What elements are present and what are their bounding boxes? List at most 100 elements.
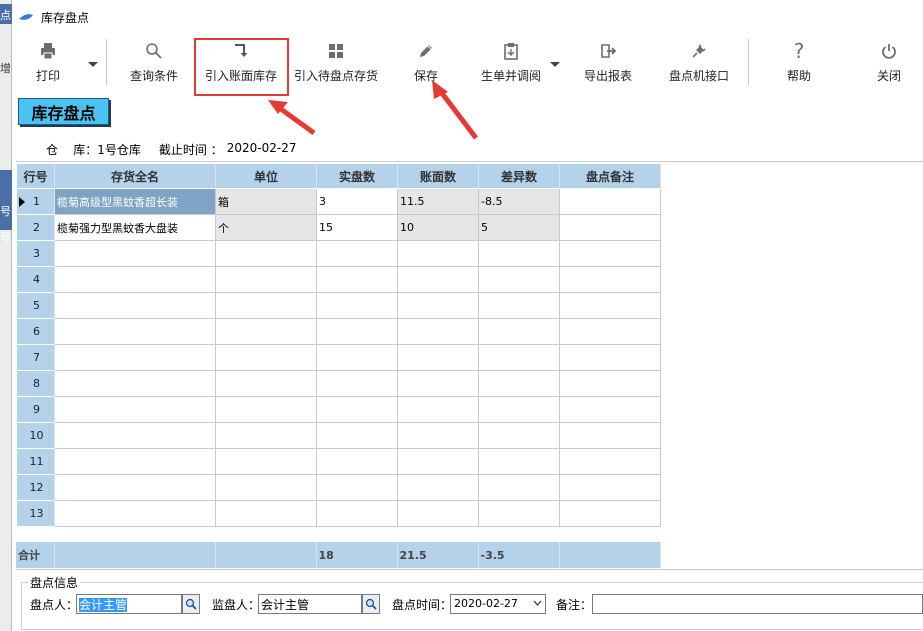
cell-count-note[interactable] <box>559 188 661 215</box>
counter-lookup-button[interactable] <box>182 594 200 614</box>
row-number[interactable]: 7 <box>16 344 55 371</box>
import-book-stock-button[interactable]: 引入账面库存 <box>198 36 284 92</box>
cell-book-qty[interactable] <box>397 344 479 371</box>
table-row[interactable]: 11 <box>16 448 661 475</box>
table-row[interactable]: 10 <box>16 422 661 449</box>
help-button[interactable]: ? 帮助 <box>782 36 816 92</box>
cell-unit[interactable] <box>215 396 317 423</box>
cell-book-qty[interactable] <box>397 448 479 475</box>
table-row[interactable]: 1 榄菊高级型黑蚊香超长装箱 3 11.5 -8.5 <box>16 188 661 215</box>
column-header-actual-qty[interactable]: 实盘数 <box>316 163 398 189</box>
cell-difference[interactable]: -8.5 <box>478 188 560 215</box>
cell-unit[interactable] <box>215 422 317 449</box>
cell-actual-qty[interactable] <box>316 240 398 267</box>
cell-difference[interactable] <box>478 448 560 475</box>
cell-actual-qty[interactable] <box>316 396 398 423</box>
count-time-picker[interactable]: 2020-02-27 <box>450 594 546 614</box>
cell-book-qty[interactable] <box>397 422 479 449</box>
cell-unit[interactable] <box>215 318 317 345</box>
cell-count-note[interactable] <box>559 474 661 501</box>
table-row[interactable]: 9 <box>16 396 661 423</box>
cell-book-qty[interactable] <box>397 292 479 319</box>
table-row[interactable]: 8 <box>16 370 661 397</box>
cell-actual-qty[interactable] <box>316 500 398 527</box>
cell-unit[interactable]: 箱 <box>215 188 317 215</box>
cell-book-qty[interactable]: 10 <box>397 214 479 241</box>
counter-field[interactable]: 会计主管 <box>76 594 182 614</box>
cell-count-note[interactable] <box>559 370 661 397</box>
cell-unit[interactable] <box>215 240 317 267</box>
cell-book-qty[interactable] <box>397 240 479 267</box>
generate-dropdown-arrow[interactable] <box>550 58 560 68</box>
cell-difference[interactable] <box>478 318 560 345</box>
save-button[interactable]: 保存 <box>408 36 444 92</box>
cell-count-note[interactable] <box>559 292 661 319</box>
cell-actual-qty[interactable] <box>316 422 398 449</box>
cell-difference[interactable]: 5 <box>478 214 560 241</box>
table-row[interactable]: 4 <box>16 266 661 293</box>
cell-unit[interactable]: 个 <box>215 214 317 241</box>
cell-item-name[interactable]: 榄菊高级型黑蚊香超长装 <box>54 188 216 215</box>
cell-difference[interactable] <box>478 266 560 293</box>
cell-unit[interactable] <box>215 292 317 319</box>
print-button[interactable]: 打印 <box>30 36 66 92</box>
row-number[interactable]: 2 <box>16 214 55 241</box>
table-row[interactable]: 3 <box>16 240 661 267</box>
generate-and-view-button[interactable]: 生单并调阅 <box>477 36 545 92</box>
counter-device-button[interactable]: 盘点机接口 <box>666 36 732 92</box>
table-row[interactable]: 13 <box>16 500 661 527</box>
print-dropdown-arrow[interactable] <box>88 58 98 68</box>
cell-book-qty[interactable]: 11.5 <box>397 188 479 215</box>
cell-actual-qty[interactable]: 3 <box>316 188 398 215</box>
row-number[interactable]: 5 <box>16 292 55 319</box>
close-button[interactable]: 关闭 <box>872 36 906 92</box>
cell-difference[interactable] <box>478 396 560 423</box>
cell-item-name[interactable] <box>54 240 216 267</box>
cell-item-name[interactable] <box>54 266 216 293</box>
cell-unit[interactable] <box>215 370 317 397</box>
cell-item-name[interactable] <box>54 396 216 423</box>
cell-actual-qty[interactable] <box>316 448 398 475</box>
import-pending-stock-button[interactable]: 引入待盘点存货 <box>290 36 382 92</box>
table-row[interactable]: 7 <box>16 344 661 371</box>
column-header-row-no[interactable]: 行号 <box>16 163 55 189</box>
row-number[interactable]: 10 <box>16 422 55 449</box>
cell-book-qty[interactable] <box>397 370 479 397</box>
row-number[interactable]: 1 <box>16 188 55 215</box>
cell-count-note[interactable] <box>559 214 661 241</box>
row-number[interactable]: 11 <box>16 448 55 475</box>
cell-unit[interactable] <box>215 344 317 371</box>
cell-item-name[interactable] <box>54 500 216 527</box>
cell-difference[interactable] <box>478 292 560 319</box>
cell-item-name[interactable] <box>54 370 216 397</box>
column-header-unit[interactable]: 单位 <box>215 163 317 189</box>
row-number[interactable]: 4 <box>16 266 55 293</box>
cell-count-note[interactable] <box>559 500 661 527</box>
column-header-difference[interactable]: 差异数 <box>478 163 560 189</box>
row-number[interactable]: 13 <box>16 500 55 527</box>
cell-count-note[interactable] <box>559 240 661 267</box>
cell-book-qty[interactable] <box>397 500 479 527</box>
cell-actual-qty[interactable] <box>316 266 398 293</box>
row-number[interactable]: 12 <box>16 474 55 501</box>
cell-item-name[interactable] <box>54 292 216 319</box>
cell-actual-qty[interactable] <box>316 370 398 397</box>
cell-actual-qty[interactable] <box>316 474 398 501</box>
cell-book-qty[interactable] <box>397 266 479 293</box>
cell-count-note[interactable] <box>559 344 661 371</box>
cell-difference[interactable] <box>478 422 560 449</box>
table-row[interactable]: 6 <box>16 318 661 345</box>
cell-item-name[interactable] <box>54 422 216 449</box>
cell-count-note[interactable] <box>559 318 661 345</box>
cell-actual-qty[interactable] <box>316 318 398 345</box>
query-conditions-button[interactable]: 查询条件 <box>124 36 184 92</box>
cell-item-name[interactable] <box>54 448 216 475</box>
cell-unit[interactable] <box>215 474 317 501</box>
cell-actual-qty[interactable] <box>316 344 398 371</box>
cell-count-note[interactable] <box>559 448 661 475</box>
cell-item-name[interactable] <box>54 474 216 501</box>
cell-unit[interactable] <box>215 266 317 293</box>
column-header-count-note[interactable]: 盘点备注 <box>559 163 661 189</box>
cell-count-note[interactable] <box>559 266 661 293</box>
column-header-book-qty[interactable]: 账面数 <box>397 163 479 189</box>
